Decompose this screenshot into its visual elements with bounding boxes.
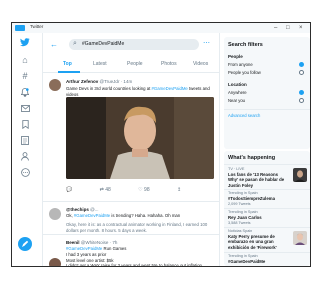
like-icon[interactable]: ♡ 98 — [138, 187, 149, 193]
trend-tweet-count: 3,588 Tweets — [228, 221, 251, 225]
home-icon[interactable]: ⌂ — [20, 55, 30, 65]
tab-videos[interactable]: Videos — [193, 61, 208, 67]
author-handle: @... — [90, 207, 99, 212]
tweet-text-continued: Okay, here it is: as a contractual anima… — [66, 222, 208, 233]
explore-hash-icon[interactable]: # — [20, 71, 30, 81]
tweet-text-continued: I had 3 years as prior Most level one ar… — [66, 252, 204, 266]
nav-rail: ⌂ # — [12, 33, 38, 266]
notifications-bell-icon[interactable] — [20, 87, 30, 97]
compose-tweet-button[interactable] — [18, 237, 32, 251]
author-name: Arthur Zefenov — [66, 79, 99, 84]
maximize-icon[interactable]: □ — [286, 23, 290, 33]
radio-anywhere[interactable] — [299, 90, 304, 95]
search-filters-panel: Search filters People From anyone People… — [224, 37, 310, 149]
tweet-item[interactable]: Beenil @WhiteNoise · 7h #GameDevPaidMe R… — [43, 236, 219, 266]
divider — [224, 208, 310, 209]
app-window: Twitter – □ × ⌂ # ← ⌕ #GameDevPaidMe ⋯ T… — [11, 22, 311, 267]
author-name: @thechips — [66, 207, 89, 212]
tweet-text: #GameDevPaidMe Run Games — [66, 246, 127, 251]
whats-happening-panel: What's happening TV · LIVE Los fans de '… — [224, 151, 310, 266]
close-icon[interactable]: × — [299, 23, 303, 33]
search-input[interactable]: ⌕ #GameDevPaidMe — [69, 39, 199, 50]
window-title: Twitter — [30, 24, 44, 29]
trend-thumbnail — [293, 168, 307, 182]
radio-from-anyone[interactable] — [299, 62, 304, 67]
app-badge — [15, 25, 25, 31]
trend-title[interactable]: Rey Juan Carlos — [228, 215, 308, 220]
profile-icon[interactable] — [20, 151, 30, 161]
trend-title[interactable]: Los fans de '13 Reasons Why' se pasan de… — [228, 172, 286, 188]
tab-latest[interactable]: Latest — [93, 61, 107, 67]
retweet-icon[interactable]: ⇄ 48 — [100, 187, 111, 193]
title-bar: Twitter – □ × — [12, 23, 310, 33]
filters-title: Search filters — [228, 42, 263, 48]
location-filter-label: Location — [228, 82, 247, 87]
trend-meta: Trending in Spain — [228, 191, 258, 195]
filter-option-from-anyone[interactable]: From anyone — [228, 62, 253, 67]
tweet-item[interactable]: Arthur Zefenov @TrueJdr · 14m Game Devs … — [43, 74, 219, 202]
active-tab-indicator — [58, 71, 80, 73]
divider — [224, 189, 310, 190]
filter-option-anywhere[interactable]: Anywhere — [228, 90, 247, 95]
search-results-feed: ← ⌕ #GameDevPaidMe ⋯ Top Latest People P… — [42, 33, 220, 266]
lists-icon[interactable] — [20, 135, 30, 145]
bookmarks-icon[interactable] — [20, 119, 30, 129]
trend-tweet-count: 2,099 Tweets — [228, 202, 251, 206]
tweet-author[interactable]: @thechips @... — [66, 207, 99, 212]
avatar[interactable] — [49, 79, 61, 91]
reply-icon[interactable]: 💬 — [66, 187, 72, 193]
filter-option-near-you[interactable]: Near you — [228, 98, 245, 103]
trend-meta: TV · LIVE — [228, 167, 245, 171]
minimize-icon[interactable]: – — [274, 23, 277, 33]
trend-title[interactable]: #GameDevPaidMe — [228, 259, 308, 264]
filter-option-people-you-follow[interactable]: People you follow — [228, 70, 261, 75]
divider — [224, 109, 310, 110]
tab-photos[interactable]: Photos — [161, 61, 177, 67]
more-options-icon[interactable]: ⋯ — [203, 39, 210, 47]
right-sidebar: Search filters People From anyone People… — [224, 33, 310, 266]
trend-title[interactable]: #TodosSiempreZulema — [228, 196, 308, 201]
more-circle-icon[interactable] — [20, 167, 30, 177]
radio-near-you[interactable] — [299, 98, 304, 103]
tab-people[interactable]: People — [127, 61, 143, 67]
trend-thumbnail — [293, 231, 307, 245]
people-filter-label: People — [228, 54, 243, 59]
author-handle: @WhiteNoise · 7h — [80, 240, 118, 245]
divider — [224, 252, 310, 253]
search-query: #GameDevPaidMe — [82, 41, 125, 47]
trend-title[interactable]: Katy Perry presume de embarazo en una gr… — [228, 234, 286, 250]
author-handle: @TrueJdr · 14m — [99, 79, 133, 84]
avatar[interactable] — [49, 258, 61, 266]
author-name: Beenil — [66, 240, 80, 245]
divider — [224, 164, 310, 165]
trend-meta: Trending in Spain — [228, 254, 258, 258]
hashtag-link[interactable]: #GameDevPaidMe — [152, 86, 188, 91]
radio-people-you-follow[interactable] — [299, 70, 304, 75]
tweet-item[interactable]: @thechips @... Ok, #GameDevPaidMe is tre… — [43, 203, 219, 235]
tweet-text: Game Devs in 3rd world countries looking… — [66, 86, 210, 97]
trend-meta: Trending in Spain — [228, 210, 258, 214]
share-icon[interactable]: ↥ — [177, 187, 181, 193]
search-header: ← ⌕ #GameDevPaidMe ⋯ — [43, 33, 219, 55]
divider — [224, 227, 310, 228]
trends-title: What's happening — [228, 155, 276, 161]
tweet-author[interactable]: Beenil @WhiteNoise · 7h — [66, 240, 117, 245]
tweet-media-video[interactable] — [66, 97, 214, 179]
hashtag-link[interactable]: #GameDevPaidMe — [66, 246, 102, 251]
search-icon: ⌕ — [73, 40, 77, 47]
results-tabs: Top Latest People Photos Videos — [43, 59, 219, 73]
tab-top[interactable]: Top — [63, 61, 72, 67]
video-still — [66, 97, 214, 179]
hashtag-link[interactable]: #GameDevPaidMe — [74, 213, 110, 218]
twitter-bird-icon[interactable] — [20, 37, 30, 47]
advanced-search-link[interactable]: Advanced search — [228, 113, 260, 118]
avatar[interactable] — [49, 208, 61, 220]
tweet-text: Ok, #GameDevPaidMe is trending? Haha. Ha… — [66, 213, 181, 218]
tweet-author[interactable]: Arthur Zefenov @TrueJdr · 14m — [66, 79, 132, 84]
back-arrow-icon[interactable]: ← — [50, 40, 58, 49]
tweet-actions: 💬 ⇄ 48 ♡ 98 ↥ — [66, 187, 207, 193]
messages-envelope-icon[interactable] — [20, 103, 30, 113]
trend-meta: Noticias Spain — [228, 229, 253, 233]
